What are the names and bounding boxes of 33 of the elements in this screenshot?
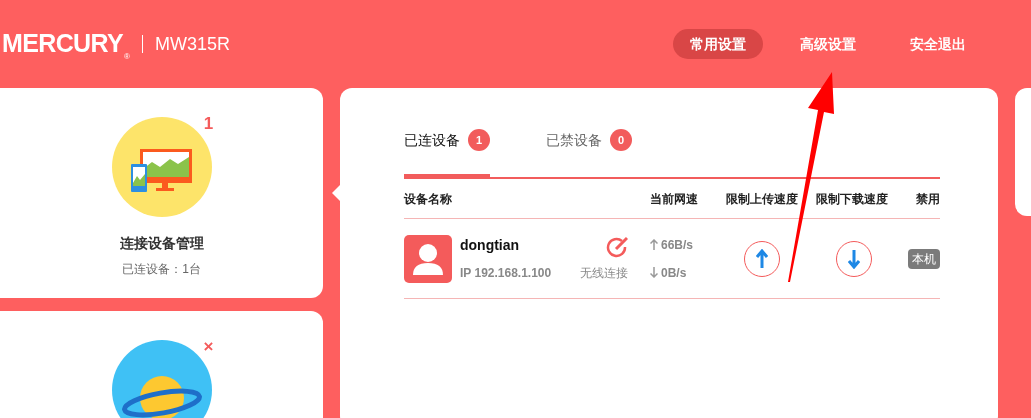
device-tab[interactable]: 已禁设备 0 <box>546 122 632 179</box>
down-arrow-icon <box>650 267 658 278</box>
card-subtitle: 已连设备：1台 <box>122 261 201 278</box>
column-header: 限制下载速度 <box>816 190 889 208</box>
column-header: 当前网速 <box>650 190 699 208</box>
device-name: dongtian <box>460 236 521 255</box>
upload-speed: 66B/s <box>661 236 694 254</box>
column-header: 设备名称 <box>404 190 453 208</box>
connection-type: 无线连接 <box>580 264 628 282</box>
count-badge: 0 <box>610 129 632 151</box>
nav-tab[interactable]: 高级设置 <box>783 29 873 59</box>
local-device-tag: 本机 <box>908 248 940 269</box>
count-badge: 1 <box>468 129 490 151</box>
column-header: 限制上传速度 <box>726 190 799 208</box>
model-name: MW315R <box>155 32 230 56</box>
brand-logo: MERCURY <box>1 28 124 60</box>
column-header: 禁用 <box>915 190 940 208</box>
device-tab[interactable]: 已连设备 1 <box>404 122 490 179</box>
edit-icon[interactable] <box>606 235 628 258</box>
feature-card[interactable]: 1 连接设备管理 已连设备：1台 <box>0 88 323 298</box>
planet-icon <box>111 340 212 418</box>
device-ip: IP 192.168.1.100 <box>460 265 552 282</box>
registered-mark: ® <box>124 51 130 63</box>
nav-tab[interactable]: 安全退出 <box>893 29 983 59</box>
up-arrow-icon <box>756 248 768 269</box>
feature-card[interactable]: × <box>0 311 323 418</box>
user-avatar-icon <box>404 234 452 283</box>
card-title: 连接设备管理 <box>119 234 204 253</box>
nav-tab[interactable]: 常用设置 <box>673 29 763 59</box>
devices-icon <box>111 117 212 217</box>
down-arrow-icon <box>848 248 860 269</box>
download-speed: 0B/s <box>661 264 687 282</box>
up-arrow-icon <box>650 239 658 250</box>
